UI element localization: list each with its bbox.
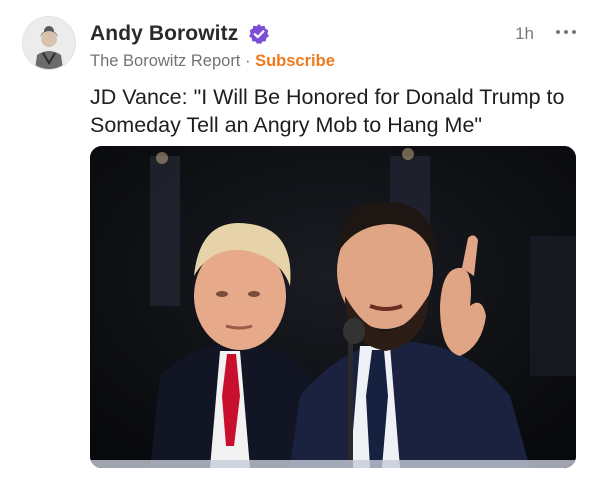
post-card: Andy Borowitz The Borowitz Report · Subs…	[0, 0, 600, 477]
publication-name[interactable]: The Borowitz Report	[90, 52, 240, 70]
separator: ·	[245, 52, 251, 70]
publication-row: The Borowitz Report · Subscribe	[90, 52, 335, 71]
verified-badge-icon	[248, 23, 270, 45]
post-headline[interactable]: JD Vance: "I Will Be Honored for Donald …	[90, 83, 580, 139]
subscribe-link[interactable]: Subscribe	[255, 52, 335, 70]
author-name[interactable]: Andy Borowitz	[90, 22, 238, 46]
author-row: Andy Borowitz	[90, 19, 270, 49]
more-options-icon[interactable]	[556, 30, 576, 36]
post-timestamp: 1h	[515, 24, 534, 43]
author-avatar[interactable]	[22, 16, 76, 70]
post-photo[interactable]	[90, 146, 576, 468]
